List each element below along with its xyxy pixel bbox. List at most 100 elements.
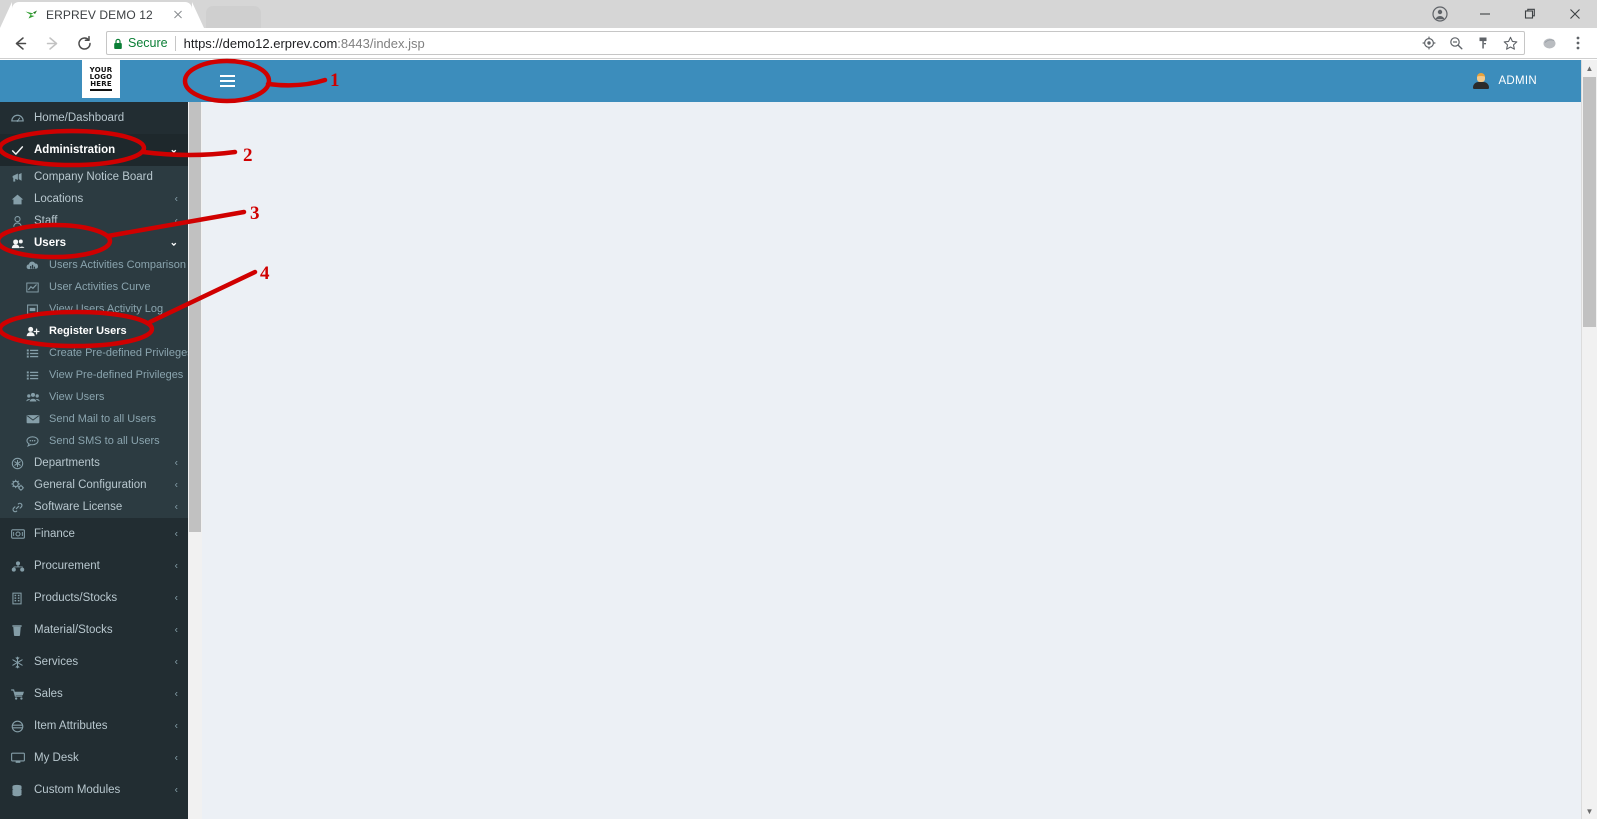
sidebar-item-send-sms-to-all-users[interactable]: Send SMS to all Users bbox=[0, 430, 188, 452]
sidebar-item-services[interactable]: Services ‹ bbox=[0, 646, 188, 678]
back-button[interactable] bbox=[6, 29, 34, 57]
window-controls bbox=[1417, 0, 1597, 28]
sidebar-item-label: User Activities Curve bbox=[49, 281, 151, 293]
omnibox-divider bbox=[174, 35, 176, 51]
toolbar-right-icons bbox=[1531, 30, 1591, 56]
sidebar-item-sales[interactable]: Sales ‹ bbox=[0, 678, 188, 710]
sidebar-item-label: My Desk bbox=[34, 752, 79, 764]
list-icon bbox=[26, 347, 41, 360]
tab-close-icon[interactable] bbox=[170, 7, 186, 23]
profile-icon[interactable] bbox=[1417, 0, 1462, 28]
line-chart-icon bbox=[26, 281, 41, 294]
sidebar-item-my-desk[interactable]: My Desk ‹ bbox=[0, 742, 188, 774]
asterisk-circle-icon bbox=[11, 457, 26, 470]
sitemap-icon bbox=[11, 560, 26, 573]
sidebar-item-user-activities-curve[interactable]: User Activities Curve bbox=[0, 276, 188, 298]
users-icon bbox=[11, 237, 26, 250]
new-tab-button[interactable] bbox=[206, 6, 261, 28]
user-avatar-icon bbox=[1472, 72, 1490, 90]
link-icon bbox=[11, 501, 26, 514]
sidebar-item-staff[interactable]: Staff ‹ bbox=[0, 210, 188, 232]
gears-icon bbox=[11, 479, 26, 492]
envelope-icon bbox=[26, 413, 41, 425]
sidebar-item-create-pre-defined-privileges[interactable]: Create Pre-defined Privileges bbox=[0, 342, 188, 364]
disc-icon bbox=[11, 720, 26, 733]
star-icon[interactable] bbox=[1502, 35, 1518, 51]
hamburger-icon[interactable] bbox=[205, 60, 249, 102]
sidebar-item-label: View Users Activity Log bbox=[49, 303, 164, 315]
dashboard-icon bbox=[11, 112, 26, 125]
security-label: Secure bbox=[128, 36, 168, 50]
sidebar-item-view-users-activity-log[interactable]: View Users Activity Log bbox=[0, 298, 188, 320]
sidebar-item-label: Users Activities Comparison bbox=[49, 259, 186, 271]
sidebar-item-procurement[interactable]: Procurement ‹ bbox=[0, 550, 188, 582]
sidebar-item-finance[interactable]: Finance ‹ bbox=[0, 518, 188, 550]
chevron-left-icon: ‹ bbox=[174, 592, 178, 604]
target-icon[interactable] bbox=[1421, 35, 1437, 51]
sidebar-item-material-stocks[interactable]: Material/Stocks ‹ bbox=[0, 614, 188, 646]
chevron-left-icon: ‹ bbox=[174, 720, 178, 732]
address-bar[interactable]: Secure https://demo12.erprev.com:8443/in… bbox=[106, 31, 1525, 55]
sidebar-item-departments[interactable]: Departments ‹ bbox=[0, 452, 188, 474]
three-dot-menu-icon[interactable] bbox=[1565, 30, 1591, 56]
sidebar-item-label: Send Mail to all Users bbox=[49, 413, 156, 425]
sidebar-item-send-mail-to-all-users[interactable]: Send Mail to all Users bbox=[0, 408, 188, 430]
browser-tab[interactable]: ERPREV DEMO 12 bbox=[12, 2, 192, 28]
sidebar-item-register-users[interactable]: Register Users bbox=[0, 320, 188, 342]
sidebar-item-view-users[interactable]: View Users bbox=[0, 386, 188, 408]
scroll-down-arrow-icon[interactable]: ▼ bbox=[1582, 803, 1597, 819]
sidebar-item-administration[interactable]: Administration ⌄ bbox=[0, 134, 188, 166]
page-viewport: YOUR LOGO HERE ADMIN Home/Dashboard Admin… bbox=[0, 60, 1597, 819]
sidebar-item-label: Software License bbox=[34, 501, 123, 513]
sidebar-item-label: Item Attributes bbox=[34, 720, 108, 732]
chevron-left-icon: ‹ bbox=[174, 624, 178, 636]
sidebar-item-users[interactable]: Users ⌄ bbox=[0, 232, 188, 254]
reload-button[interactable] bbox=[70, 29, 98, 57]
forward-button[interactable] bbox=[38, 29, 66, 57]
page-scrollbar[interactable]: ▲ ▼ bbox=[1581, 60, 1597, 819]
scroll-up-arrow-icon[interactable]: ▲ bbox=[1582, 60, 1597, 76]
maximize-button[interactable] bbox=[1507, 0, 1552, 28]
sidebar-scrollbar[interactable] bbox=[188, 102, 202, 819]
sidebar-item-item-attributes[interactable]: Item Attributes ‹ bbox=[0, 710, 188, 742]
page-scrollbar-thumb[interactable] bbox=[1583, 77, 1596, 327]
key-icon[interactable] bbox=[1475, 35, 1491, 51]
sidebar-item-label: Sales bbox=[34, 688, 63, 700]
app-logo[interactable]: YOUR LOGO HERE bbox=[82, 60, 120, 98]
desktop-icon bbox=[11, 752, 26, 764]
check-icon bbox=[11, 144, 26, 157]
sidebar-item-software-license[interactable]: Software License ‹ bbox=[0, 496, 188, 518]
cart-icon bbox=[11, 688, 26, 701]
sidebar-scrollbar-thumb[interactable] bbox=[189, 102, 201, 532]
sidebar-item-label: Services bbox=[34, 656, 79, 668]
sidebar-item-label: Products/Stocks bbox=[34, 592, 118, 604]
omnibox-icons bbox=[1411, 35, 1518, 51]
app-header: YOUR LOGO HERE ADMIN bbox=[0, 60, 1581, 102]
zoom-out-icon[interactable] bbox=[1448, 35, 1464, 51]
browser-window: ERPREV DEMO 12 Secure https://demo12.erp… bbox=[0, 0, 1597, 819]
sidebar-item-locations[interactable]: Locations ‹ bbox=[0, 188, 188, 210]
group-icon bbox=[26, 391, 41, 404]
sidebar-item-company-notice-board[interactable]: Company Notice Board bbox=[0, 166, 188, 188]
sidebar-item-label: Send SMS to all Users bbox=[49, 435, 160, 447]
sidebar-item-label: Users bbox=[34, 237, 66, 249]
sidebar-menu[interactable]: Home/Dashboard Administration ⌄ Company Not… bbox=[0, 102, 188, 819]
bird-logo-icon bbox=[24, 8, 38, 22]
sidebar-item-custom-modules[interactable]: Custom Modules ‹ bbox=[0, 774, 188, 806]
main-content-area bbox=[202, 102, 1581, 819]
minimize-button[interactable] bbox=[1462, 0, 1507, 28]
sidebar-item-home-dashboard[interactable]: Home/Dashboard bbox=[0, 102, 188, 134]
chevron-left-icon: ‹ bbox=[174, 193, 178, 205]
sidebar-item-products-stocks[interactable]: Products/Stocks ‹ bbox=[0, 582, 188, 614]
close-window-button[interactable] bbox=[1552, 0, 1597, 28]
building-icon bbox=[11, 592, 26, 605]
extension-icon[interactable] bbox=[1537, 30, 1563, 56]
sidebar-item-view-pre-defined-privileges[interactable]: View Pre-defined Privileges bbox=[0, 364, 188, 386]
sidebar-item-general-configuration[interactable]: General Configuration ‹ bbox=[0, 474, 188, 496]
sidebar-item-label: Administration bbox=[34, 144, 116, 156]
user-plus-icon bbox=[26, 325, 41, 338]
money-icon bbox=[11, 528, 26, 540]
user-menu[interactable]: ADMIN bbox=[1472, 60, 1537, 102]
url-main: https://demo12.erprev.com bbox=[183, 35, 338, 51]
sidebar-item-users-activities-comparison[interactable]: Users Activities Comparison bbox=[0, 254, 188, 276]
